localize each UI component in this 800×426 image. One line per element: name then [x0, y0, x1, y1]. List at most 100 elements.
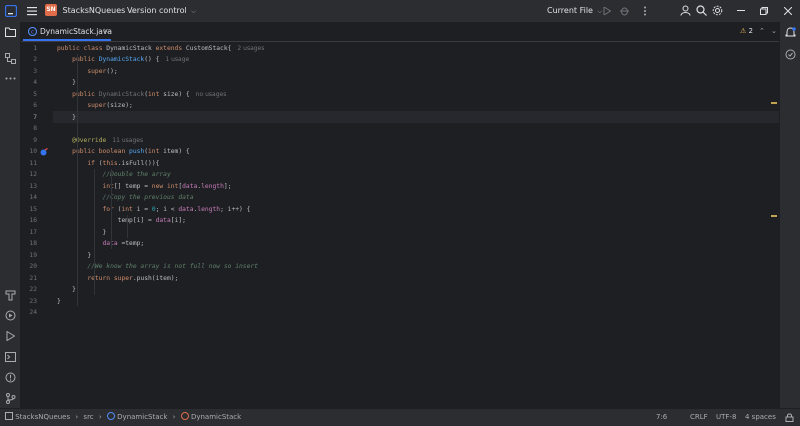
git-icon[interactable] [5, 393, 16, 404]
line-number[interactable]: 19 [21, 250, 37, 262]
line-number[interactable]: 17 [21, 227, 37, 239]
settings-icon[interactable] [712, 5, 723, 16]
ai-assistant-icon[interactable] [785, 49, 796, 60]
warning-stripe-marker[interactable] [771, 102, 777, 104]
line-number[interactable]: 2 [21, 54, 37, 66]
folder-icon[interactable] [5, 27, 16, 37]
code-line[interactable]: } [57, 296, 61, 308]
line-number[interactable]: 1 [21, 43, 37, 55]
line-number[interactable]: 10 [21, 146, 37, 158]
line-number[interactable]: 21 [21, 273, 37, 285]
caret-position[interactable]: 7:6 [656, 409, 667, 426]
tab-dynamic-stack[interactable]: c DynamicStack.java × [23, 22, 112, 41]
chevron-down-icon: ⌵ [597, 8, 603, 15]
line-number[interactable]: 5 [21, 89, 37, 101]
warning-icon: ⚠ [740, 27, 747, 35]
line-number[interactable]: 8 [21, 123, 37, 135]
code-line[interactable]: @Override 11 usages [57, 135, 143, 147]
notifications-icon[interactable] [785, 27, 796, 38]
minimize-icon[interactable] [737, 10, 745, 12]
code-line[interactable]: } [57, 284, 76, 296]
structure-icon[interactable] [5, 53, 16, 64]
code-line[interactable]: super(); [57, 66, 117, 78]
chevron-right-icon: › [172, 413, 176, 421]
search-icon[interactable] [696, 5, 707, 16]
code-line[interactable]: //We know the array is not full now so i… [57, 261, 258, 273]
line-number[interactable]: 20 [21, 261, 37, 273]
app-logo-icon[interactable] [5, 5, 17, 17]
chevron-right-icon: › [75, 413, 79, 421]
override-marker-icon[interactable] [40, 148, 48, 156]
code-line[interactable]: } [57, 112, 76, 124]
breadcrumb-method[interactable]: DynamicStack [191, 413, 241, 421]
code-line[interactable]: } [57, 77, 76, 89]
line-number[interactable]: 15 [21, 204, 37, 216]
right-tool-strip [779, 22, 800, 408]
previous-highlight-icon[interactable]: ⌃ [759, 22, 765, 41]
code-line[interactable]: public class DynamicStack extends Custom… [57, 43, 264, 55]
run-config-selector[interactable]: Current File ⌵ [547, 0, 602, 22]
code-line[interactable]: return super.push(item); [57, 273, 178, 285]
user-icon[interactable] [680, 5, 691, 16]
line-number[interactable]: 16 [21, 215, 37, 227]
line-separator[interactable]: CRLF [690, 409, 708, 426]
inspection-widget[interactable]: ⚠ 2 [740, 22, 753, 41]
run-icon[interactable] [603, 7, 611, 15]
more-icon[interactable] [5, 77, 16, 80]
more-actions-icon[interactable] [640, 6, 650, 16]
line-number[interactable]: 22 [21, 284, 37, 296]
vcs-label: Version control [127, 6, 187, 15]
run-config-label: Current File [547, 6, 593, 15]
problems-icon[interactable] [5, 372, 16, 383]
close-tab-icon[interactable]: × [103, 22, 109, 41]
line-number[interactable]: 23 [21, 296, 37, 308]
line-number[interactable]: 14 [21, 192, 37, 204]
next-highlight-icon[interactable]: ⌄ [771, 22, 777, 41]
services-icon[interactable] [5, 310, 16, 321]
terminal-icon[interactable] [5, 352, 16, 362]
breadcrumb-src[interactable]: src [83, 413, 93, 421]
method-icon [180, 412, 189, 420]
code-line[interactable]: } [57, 227, 106, 239]
run-panel-icon[interactable] [6, 331, 15, 341]
line-number[interactable]: 9 [21, 135, 37, 147]
warning-stripe-marker[interactable] [771, 215, 777, 217]
code-line[interactable]: public DynamicStack(int size) {no usages [57, 89, 226, 101]
line-number-gutter: 1 2 3 4 5 6 7 8 9 10 11 12 13 14 15 16 17 18 19 20 21 22 23 24 [21, 42, 53, 408]
code-line[interactable]: super(size); [57, 100, 133, 112]
chevron-down-icon: ⌵ [191, 8, 196, 15]
line-number[interactable]: 7 [21, 112, 37, 124]
code-line[interactable]: for (int i = 0; i < data.length; i++) { [57, 204, 251, 216]
line-number[interactable]: 13 [21, 181, 37, 193]
code-line[interactable]: //Double the array [57, 169, 171, 181]
code-line[interactable]: int[] temp = new int[data.length]; [57, 181, 232, 193]
line-number[interactable]: 4 [21, 77, 37, 89]
breadcrumb-project[interactable]: StacksNQueues [15, 413, 70, 421]
indent-guide [77, 54, 78, 306]
line-number[interactable]: 11 [21, 158, 37, 170]
line-number[interactable]: 12 [21, 169, 37, 181]
breadcrumb-class[interactable]: DynamicStack [117, 413, 167, 421]
class-icon [106, 412, 115, 420]
lock-icon[interactable] [785, 413, 794, 422]
code-editor[interactable]: 1 2 3 4 5 6 7 8 9 10 11 12 13 14 15 16 17 18 19 20 21 22 23 24 … [21, 42, 779, 408]
project-selector[interactable]: SN StacksNQueues ⌵ [45, 0, 134, 22]
current-line-highlight [53, 111, 779, 123]
restore-icon[interactable] [760, 7, 768, 15]
indent-guide [111, 169, 112, 249]
line-number[interactable]: 3 [21, 66, 37, 78]
hamburger-menu-icon[interactable] [27, 6, 37, 16]
vcs-selector[interactable]: Version control ⌵ [127, 0, 196, 22]
line-number[interactable]: 24 [21, 307, 37, 319]
code-line[interactable]: } [57, 250, 91, 262]
line-number[interactable]: 18 [21, 238, 37, 250]
close-icon[interactable] [784, 7, 792, 15]
code-line[interactable]: data =temp; [57, 238, 145, 250]
build-icon[interactable] [5, 290, 16, 301]
indent-setting[interactable]: 4 spaces [745, 409, 776, 426]
file-encoding[interactable]: UTF-8 [716, 409, 736, 426]
debug-icon[interactable] [620, 6, 629, 16]
code-line[interactable]: if (this.isFull()){ [57, 158, 159, 170]
left-tool-strip [0, 22, 21, 408]
line-number[interactable]: 6 [21, 100, 37, 112]
